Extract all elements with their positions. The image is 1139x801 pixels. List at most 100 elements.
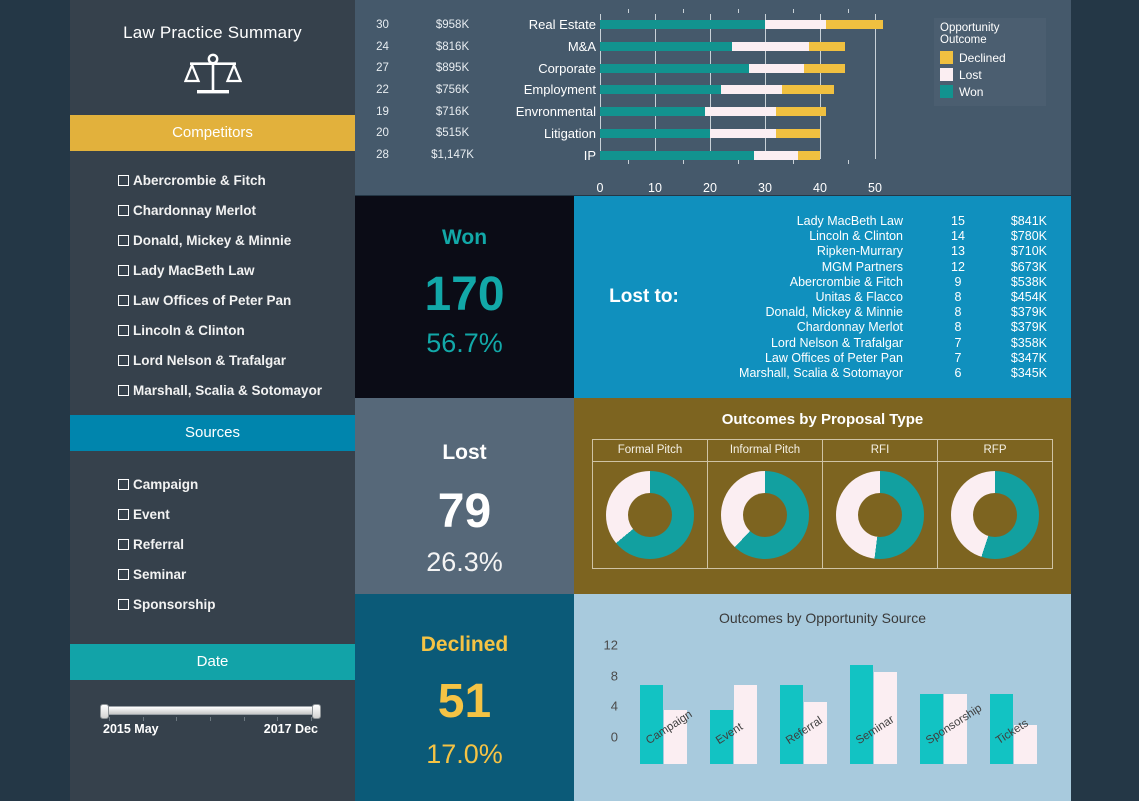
bar-segment-won[interactable] (600, 128, 710, 138)
slider-track[interactable] (100, 704, 321, 719)
lost-to-row[interactable]: Lincoln & Clinton 14 $780K (714, 229, 1061, 244)
bar-row[interactable]: 28 $1,147K IP (355, 144, 1071, 166)
competitor-item[interactable]: Lincoln & Clinton (118, 315, 355, 345)
lost-to-row[interactable]: Chardonnay Merlot 8 $379K (714, 320, 1061, 335)
source-item[interactable]: Sponsorship (118, 589, 355, 619)
legend-item[interactable]: Declined (940, 49, 1040, 66)
row-category-label: Corporate (538, 60, 596, 76)
competitor-label: Abercrombie & Fitch (133, 172, 266, 188)
lost-to-row[interactable]: Ripken-Murrary 13 $710K (714, 244, 1061, 259)
checkbox-icon[interactable] (118, 264, 129, 276)
bar-segment-declined[interactable] (809, 42, 845, 52)
legend-item[interactable]: Won (940, 83, 1040, 100)
bar-segment-won[interactable] (600, 107, 705, 117)
bar-segment-declined[interactable] (825, 20, 884, 30)
competitor-name: Lincoln & Clinton (809, 229, 903, 244)
bar-segment-lost[interactable] (748, 63, 804, 73)
bar-group[interactable]: Tickets (989, 634, 1037, 764)
bar-group[interactable]: Campaign (639, 634, 694, 764)
source-item[interactable]: Seminar (118, 559, 355, 589)
checkbox-icon[interactable] (118, 508, 129, 520)
checkbox-icon[interactable] (118, 324, 129, 336)
bar-segment-declined[interactable] (798, 150, 820, 160)
bar-segment-declined[interactable] (781, 85, 834, 95)
bar-won[interactable] (779, 684, 803, 764)
competitor-item[interactable]: Lady MacBeth Law (118, 255, 355, 285)
bar-segment-lost[interactable] (704, 107, 776, 117)
bar-segment-won[interactable] (600, 85, 721, 95)
bar-segment-lost[interactable] (732, 42, 809, 52)
source-item[interactable]: Referral (118, 529, 355, 559)
axis-tick-label: 40 (813, 181, 827, 195)
checkbox-icon[interactable] (118, 294, 129, 306)
bar-segment-declined[interactable] (803, 63, 845, 73)
source-item[interactable]: Event (118, 499, 355, 529)
competitor-item[interactable]: Lord Nelson & Trafalgar (118, 345, 355, 375)
checkbox-icon[interactable] (118, 354, 129, 366)
lost-to-row[interactable]: Donald, Mickey & Minnie 8 $379K (714, 305, 1061, 320)
slider-handle-end[interactable] (312, 704, 321, 719)
donut-cell: RFP (938, 440, 1052, 568)
bar-group[interactable]: Referral (779, 634, 827, 764)
row-amount: $816K (435, 40, 470, 53)
checkbox-icon[interactable] (118, 568, 129, 580)
bar-group[interactable]: Event (709, 634, 757, 764)
bar-segment-won[interactable] (600, 63, 749, 73)
bar-segment-won[interactable] (600, 150, 754, 160)
donut-chart[interactable] (606, 471, 694, 559)
bar-groups: Campaign Event Referral Seminar Sponsorship T… (628, 634, 1048, 764)
donut-body (593, 462, 707, 568)
row-count: 24 (376, 40, 389, 53)
row-category-label: Employment (523, 82, 596, 98)
bar-segment-lost[interactable] (765, 20, 826, 30)
bar-segment-declined[interactable] (776, 128, 820, 138)
bar-row[interactable]: 20 $515K Litigation (355, 123, 1071, 145)
checkbox-icon[interactable] (118, 204, 129, 216)
donut-chart[interactable] (721, 471, 809, 559)
loss-count: 8 (954, 290, 962, 304)
competitor-name: Ripken-Murrary (816, 244, 903, 259)
legend-label: Lost (959, 67, 982, 82)
kpi-card-won: Won 170 56.7% (355, 196, 574, 398)
bar-group[interactable]: Sponsorship (919, 634, 984, 764)
competitor-item[interactable]: Chardonnay Merlot (118, 195, 355, 225)
donut-chart[interactable] (951, 471, 1039, 559)
lost-to-row[interactable]: Lord Nelson & Trafalgar 7 $358K (714, 335, 1061, 350)
checkbox-icon[interactable] (118, 384, 129, 396)
bar-group[interactable]: Seminar (849, 634, 897, 764)
lost-to-row[interactable]: Law Offices of Peter Pan 7 $347K (714, 350, 1061, 365)
checkbox-icon[interactable] (118, 234, 129, 246)
kpi-percent: 26.3% (426, 547, 503, 578)
axis-tick-label: 0 (596, 181, 604, 195)
lost-to-row[interactable]: Unitas & Flacco 8 $454K (714, 289, 1061, 304)
slider-handle-start[interactable] (100, 704, 109, 719)
lost-to-row[interactable]: Marshall, Scalia & Sotomayor 6 $345K (714, 365, 1061, 380)
bar-segment-won[interactable] (600, 42, 732, 52)
bar-segment-lost[interactable] (754, 150, 798, 160)
competitor-item[interactable]: Abercrombie & Fitch (118, 165, 355, 195)
checkbox-icon[interactable] (118, 598, 129, 610)
bar-won[interactable] (639, 684, 663, 764)
source-item[interactable]: Campaign (118, 469, 355, 499)
kpi-value: 51 (437, 675, 492, 728)
checkbox-icon[interactable] (118, 538, 129, 550)
row-count: 22 (376, 83, 389, 96)
date-range-slider[interactable]: 2015 May 2017 Dec (100, 704, 321, 736)
bar-segment-lost[interactable] (710, 128, 776, 138)
bar-won[interactable] (849, 664, 873, 764)
competitor-item[interactable]: Marshall, Scalia & Sotomayor (118, 375, 355, 405)
checkbox-icon[interactable] (118, 174, 129, 186)
lost-to-row[interactable]: Lady MacBeth Law 15 $841K (714, 213, 1061, 228)
lost-to-row[interactable]: Abercrombie & Fitch 9 $538K (714, 274, 1061, 289)
competitor-item[interactable]: Law Offices of Peter Pan (118, 285, 355, 315)
bar-segment-won[interactable] (600, 20, 765, 30)
legend-item[interactable]: Lost (940, 66, 1040, 83)
bar-segment-declined[interactable] (776, 107, 826, 117)
bar-segment-lost[interactable] (721, 85, 782, 95)
competitor-item[interactable]: Donald, Mickey & Minnie (118, 225, 355, 255)
donut-chart[interactable] (836, 471, 924, 559)
axis-minor-tick (792, 9, 794, 13)
checkbox-icon[interactable] (118, 478, 129, 490)
lost-to-row[interactable]: MGM Partners 12 $673K (714, 259, 1061, 274)
donut-grid: Formal Pitch Informal Pitch RFI RFP (592, 439, 1053, 569)
